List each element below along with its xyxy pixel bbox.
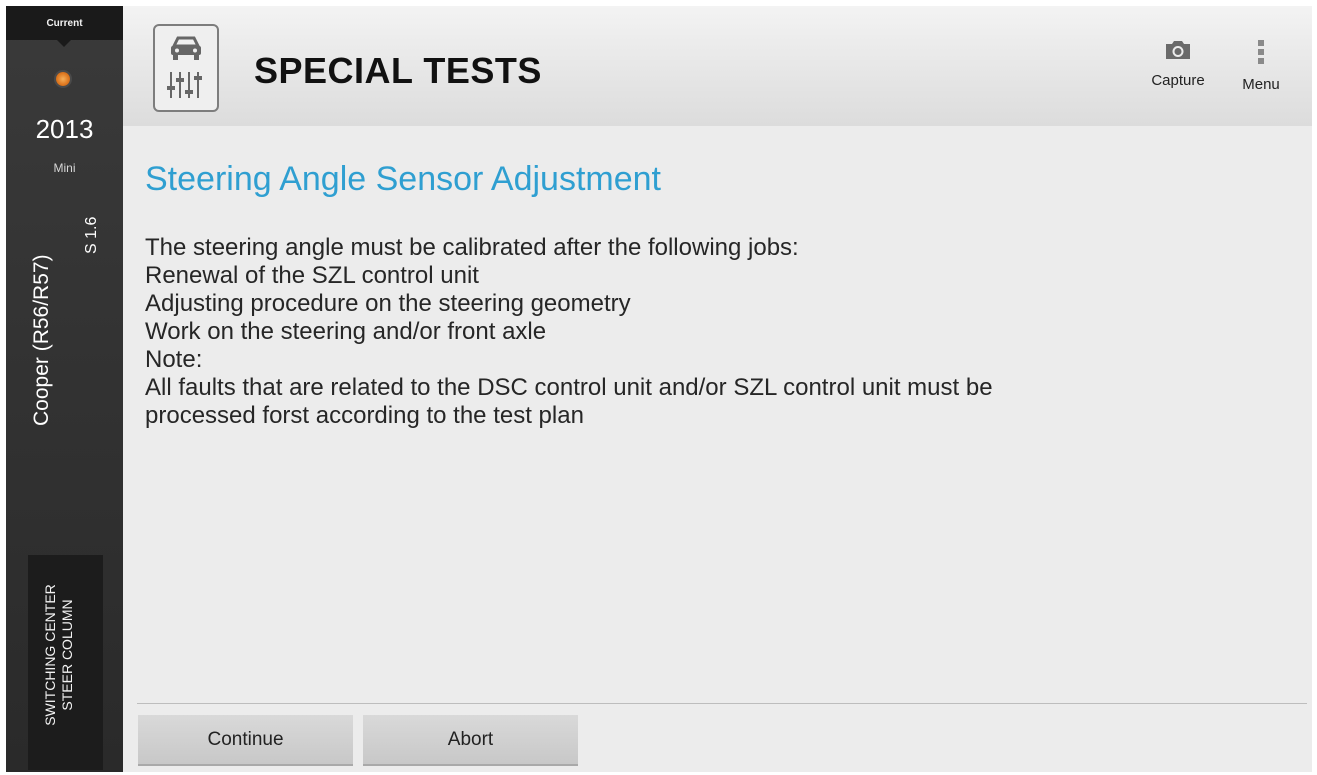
capture-label: Capture [1151, 72, 1205, 89]
module-button[interactable]: Switching Center Steer Column [28, 555, 103, 770]
instruction-line: processed forst according to the test pl… [145, 402, 584, 429]
menu-label: Menu [1242, 76, 1280, 93]
page-title: SPECIAL TESTS [254, 50, 542, 91]
vehicle-year: 2013 [35, 114, 94, 144]
capture-button[interactable]: Capture [1143, 39, 1213, 89]
footer-divider [137, 703, 1307, 704]
instruction-line: Note: [145, 346, 203, 373]
vehicle-model: Cooper (R56/R57) [30, 254, 53, 426]
camera-icon [1166, 41, 1190, 59]
current-vehicle-tab[interactable]: Current [6, 6, 123, 47]
menu-button[interactable]: Menu [1226, 39, 1296, 93]
vehicle-engine: S 1.6 [83, 216, 100, 254]
instruction-line: Renewal of the SZL control unit [145, 262, 479, 289]
module-label: Switching Center Steer Column [42, 555, 76, 755]
instruction-line: Adjusting procedure on the steering geom… [145, 290, 631, 317]
abort-button[interactable]: Abort [363, 715, 578, 766]
module-label-line2: Steer Column [59, 599, 75, 711]
module-label-line1: Switching Center [42, 584, 58, 726]
test-title: Steering Angle Sensor Adjustment [145, 160, 661, 198]
connection-status-icon [56, 72, 70, 86]
page-header: SPECIAL TESTS Capture Menu [123, 6, 1312, 126]
car-diagnostics-icon [153, 24, 219, 112]
vehicle-make: Mini [53, 161, 76, 175]
instruction-line: Work on the steering and/or front axle [145, 318, 547, 345]
continue-button[interactable]: Continue [138, 715, 353, 766]
main-panel: SPECIAL TESTS Capture Menu Steering Angl… [123, 6, 1312, 772]
vehicle-sidebar: Current 2013 Mini Cooper (R56/R57) S 1.6… [6, 6, 123, 772]
instructions-text: The steering angle must be calibrated af… [145, 234, 1295, 430]
instruction-line: All faults that are related to the DSC c… [145, 374, 993, 401]
app-window: Current 2013 Mini Cooper (R56/R57) S 1.6… [6, 6, 1312, 772]
current-label: Current [46, 18, 83, 29]
instruction-line: The steering angle must be calibrated af… [145, 234, 799, 261]
vertical-dots-icon [1258, 40, 1264, 64]
